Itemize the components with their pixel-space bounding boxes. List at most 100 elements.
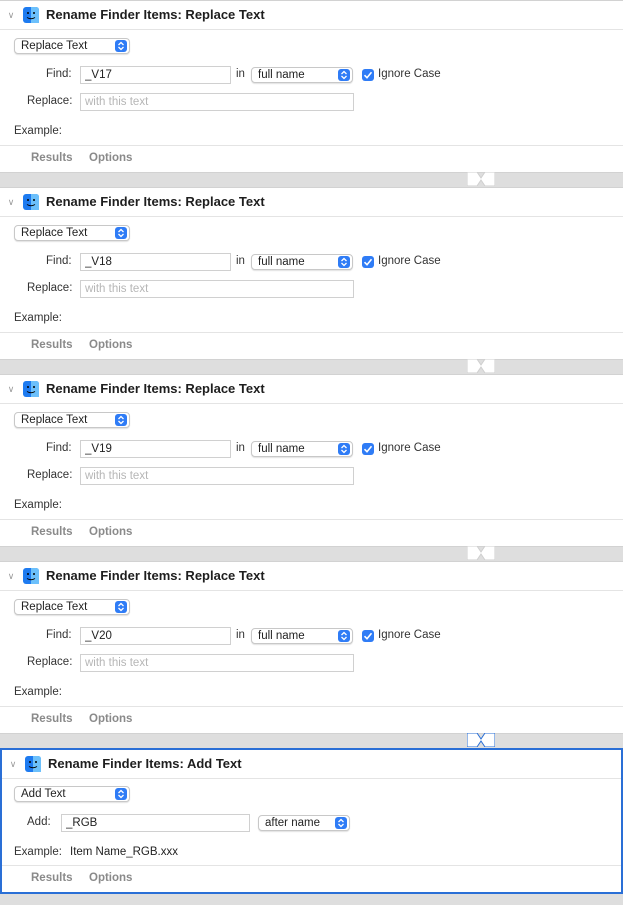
ignore-case-checkbox[interactable] [362, 630, 374, 642]
example-value: Item Name_RGB.xxx [70, 846, 178, 858]
find-label: Find: [46, 629, 72, 641]
add-field[interactable] [61, 814, 250, 832]
replace-label: Replace: [27, 95, 73, 107]
mode-value: Replace Text [21, 227, 88, 239]
find-field[interactable] [80, 253, 231, 271]
action-replace-text-4[interactable]: ∨ Rename Finder Items: Replace Text Repl… [0, 561, 623, 734]
replace-field[interactable] [80, 467, 354, 485]
finder-icon [23, 568, 39, 584]
checkmark-icon [363, 258, 373, 266]
results-tab[interactable]: Results [31, 152, 73, 164]
up-down-chevron-icon [115, 227, 127, 239]
connector [467, 546, 495, 560]
chevron-down-icon[interactable]: ∨ [6, 571, 16, 581]
mode-popup[interactable]: Replace Text [14, 412, 130, 428]
options-tab[interactable]: Options [89, 872, 132, 884]
mode-popup[interactable]: Replace Text [14, 225, 130, 241]
options-tab[interactable]: Options [89, 339, 132, 351]
find-field[interactable] [80, 66, 231, 84]
up-down-chevron-icon [338, 256, 350, 268]
in-label: in [236, 68, 245, 80]
action-header[interactable]: ∨ Rename Finder Items: Replace Text [0, 188, 623, 217]
ignore-case-label: Ignore Case [378, 442, 441, 454]
action-header[interactable]: ∨ Rename Finder Items: Replace Text [0, 562, 623, 591]
find-label: Find: [46, 442, 72, 454]
position-popup[interactable]: after name [258, 815, 350, 831]
results-tab[interactable]: Results [31, 872, 73, 884]
up-down-chevron-icon [338, 630, 350, 642]
replace-label: Replace: [27, 656, 73, 668]
in-popup[interactable]: full name [251, 67, 353, 83]
chevron-down-icon[interactable]: ∨ [6, 197, 16, 207]
up-down-chevron-icon [338, 443, 350, 455]
find-label: Find: [46, 255, 72, 267]
chevron-down-icon[interactable]: ∨ [6, 10, 16, 20]
mode-value: Replace Text [21, 414, 88, 426]
in-popup[interactable]: full name [251, 441, 353, 457]
ignore-case-label: Ignore Case [378, 629, 441, 641]
find-field[interactable] [80, 627, 231, 645]
chevron-down-icon[interactable]: ∨ [6, 384, 16, 394]
action-footer: Results Options [2, 865, 621, 892]
replace-field[interactable] [80, 280, 354, 298]
in-value: full name [258, 630, 305, 642]
replace-label: Replace: [27, 469, 73, 481]
example-label: Example: [14, 125, 62, 137]
in-popup[interactable]: full name [251, 254, 353, 270]
replace-field[interactable] [80, 654, 354, 672]
up-down-chevron-icon [115, 788, 127, 800]
action-footer: Results Options [0, 145, 623, 172]
up-down-chevron-icon [335, 817, 347, 829]
options-tab[interactable]: Options [89, 526, 132, 538]
action-header[interactable]: ∨ Rename Finder Items: Add Text [2, 750, 621, 779]
find-field[interactable] [80, 440, 231, 458]
mode-value: Add Text [21, 788, 66, 800]
example-label: Example: [14, 846, 62, 858]
options-tab[interactable]: Options [89, 152, 132, 164]
in-label: in [236, 442, 245, 454]
connector [467, 359, 495, 373]
mode-popup[interactable]: Replace Text [14, 38, 130, 54]
finder-icon [23, 7, 39, 23]
example-label: Example: [14, 312, 62, 324]
ignore-case-label: Ignore Case [378, 68, 441, 80]
up-down-chevron-icon [115, 601, 127, 613]
action-add-text[interactable]: ∨ Rename Finder Items: Add Text Add Text… [0, 748, 623, 894]
chevron-down-icon[interactable]: ∨ [8, 759, 18, 769]
action-footer: Results Options [0, 519, 623, 546]
ignore-case-checkbox[interactable] [362, 69, 374, 81]
action-replace-text-1[interactable]: ∨ Rename Finder Items: Replace Text Repl… [0, 0, 623, 173]
in-label: in [236, 255, 245, 267]
find-label: Find: [46, 68, 72, 80]
position-value: after name [265, 817, 320, 829]
action-footer: Results Options [0, 332, 623, 359]
checkmark-icon [363, 445, 373, 453]
results-tab[interactable]: Results [31, 339, 73, 351]
connector [467, 733, 495, 747]
replace-label: Replace: [27, 282, 73, 294]
in-value: full name [258, 443, 305, 455]
replace-field[interactable] [80, 93, 354, 111]
in-popup[interactable]: full name [251, 628, 353, 644]
options-tab[interactable]: Options [89, 713, 132, 725]
results-tab[interactable]: Results [31, 713, 73, 725]
action-title: Rename Finder Items: Replace Text [46, 194, 265, 209]
action-title: Rename Finder Items: Replace Text [46, 381, 265, 396]
action-replace-text-2[interactable]: ∨ Rename Finder Items: Replace Text Repl… [0, 187, 623, 360]
action-header[interactable]: ∨ Rename Finder Items: Replace Text [0, 1, 623, 30]
checkmark-icon [363, 632, 373, 640]
action-title: Rename Finder Items: Replace Text [46, 7, 265, 22]
action-title: Rename Finder Items: Replace Text [46, 568, 265, 583]
action-replace-text-3[interactable]: ∨ Rename Finder Items: Replace Text Repl… [0, 374, 623, 547]
mode-popup[interactable]: Add Text [14, 786, 130, 802]
in-value: full name [258, 256, 305, 268]
mode-value: Replace Text [21, 601, 88, 613]
mode-popup[interactable]: Replace Text [14, 599, 130, 615]
action-footer: Results Options [0, 706, 623, 733]
connector [467, 172, 495, 186]
ignore-case-checkbox[interactable] [362, 256, 374, 268]
results-tab[interactable]: Results [31, 526, 73, 538]
ignore-case-checkbox[interactable] [362, 443, 374, 455]
checkmark-icon [363, 71, 373, 79]
action-header[interactable]: ∨ Rename Finder Items: Replace Text [0, 375, 623, 404]
